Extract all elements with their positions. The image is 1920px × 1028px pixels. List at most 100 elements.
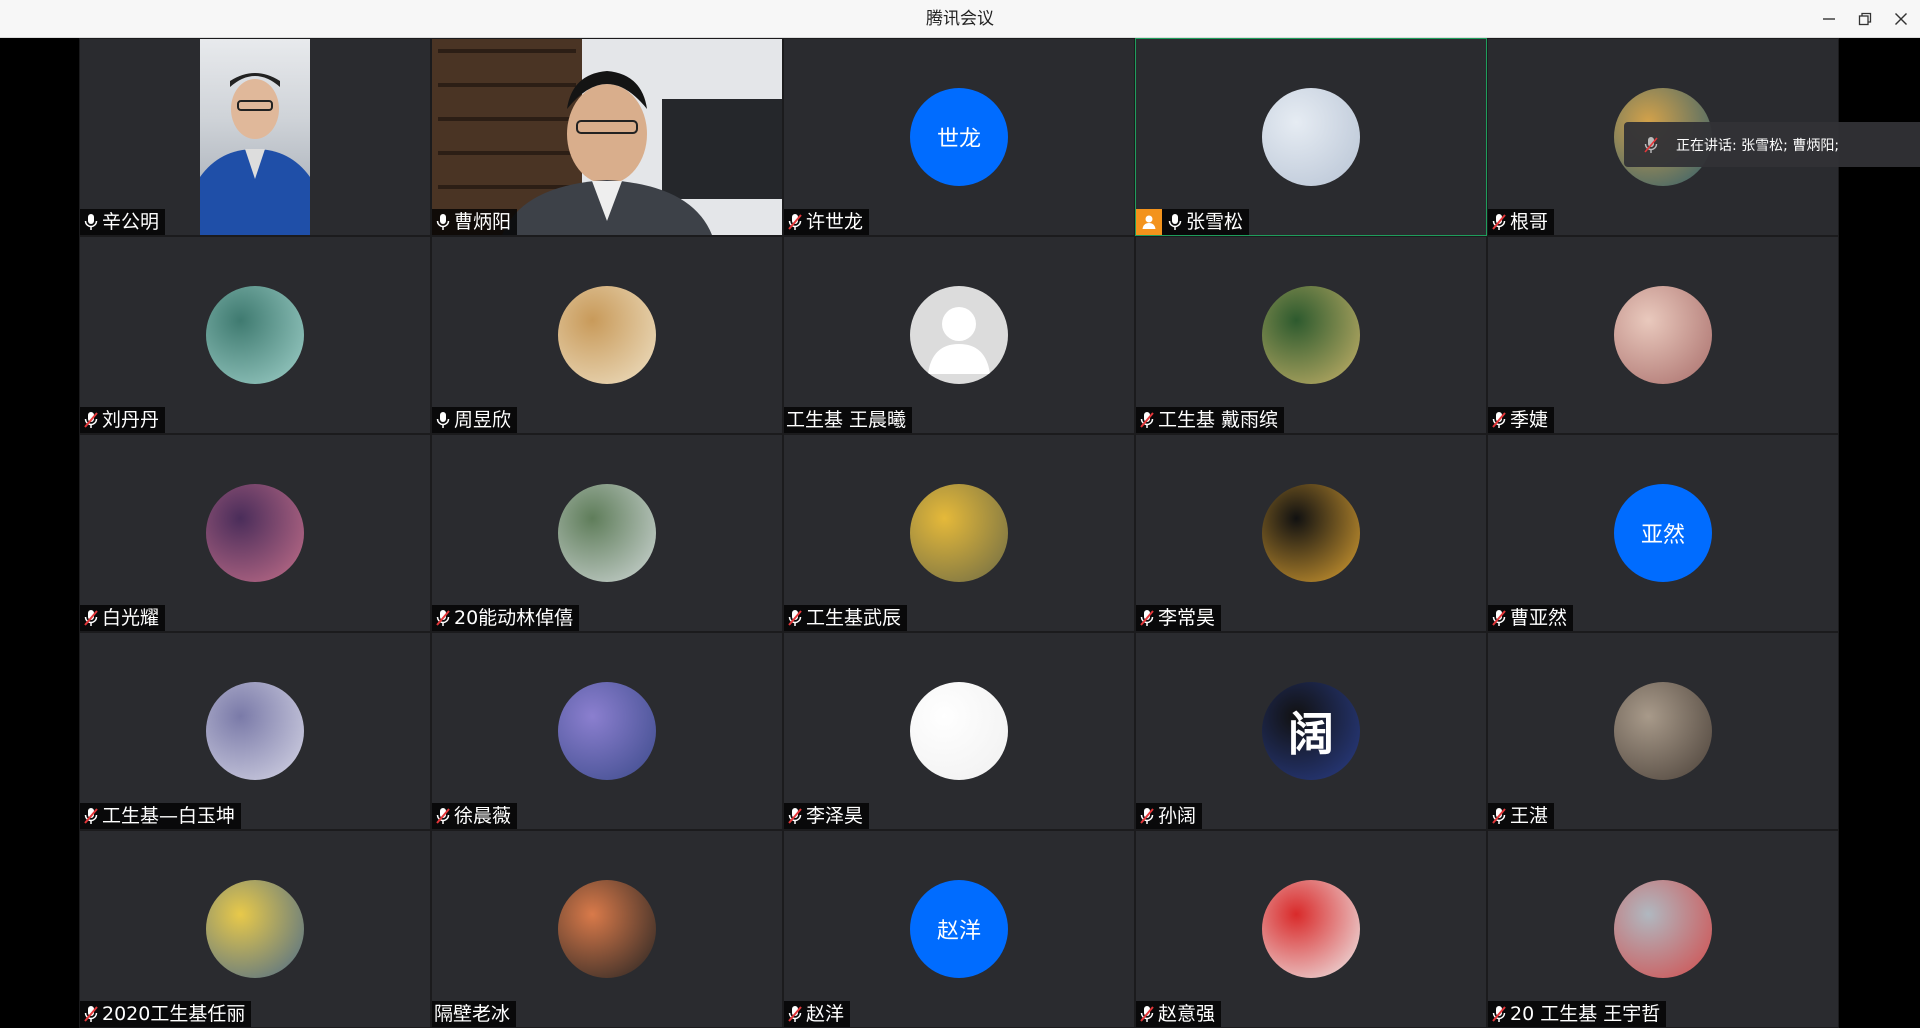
participant-name: 工生基—白玉坤 [102,805,236,827]
default-avatar [910,286,1008,384]
minimize-icon [1823,18,1835,20]
participant-name: 根哥 [1510,211,1549,233]
muted-mic-icon [84,1006,98,1022]
participant-name: 周昱欣 [454,409,512,431]
participant-name-label: 李常昊 [1136,605,1222,631]
participant-name: 许世龙 [806,211,864,233]
participant-tile[interactable]: 亚然 曹亚然 [1487,434,1839,632]
avatar: 亚然 [1614,484,1712,582]
avatar [1262,88,1360,186]
participant-tile[interactable]: 周昱欣 [431,236,783,434]
participant-name-label: 根哥 [1488,209,1555,235]
host-badge [1136,209,1162,235]
avatar [1262,880,1360,978]
participant-name-label: 工生基—白玉坤 [80,803,242,829]
avatar [1262,286,1360,384]
participant-tile[interactable]: 工生基 戴雨缤 [1135,236,1487,434]
muted-mic-icon [1492,1006,1506,1022]
muted-mic-icon [436,808,450,824]
avatar [558,286,656,384]
minimize-button[interactable] [1810,0,1848,38]
avatar [1614,682,1712,780]
restore-button[interactable] [1846,0,1884,38]
muted-mic-icon [1492,808,1506,824]
participant-name-label: 王湛 [1488,803,1555,829]
avatar [558,880,656,978]
muted-mic-icon [1492,610,1506,626]
participant-tile[interactable]: 20能动林倬僖 [431,434,783,632]
person-icon [928,307,990,374]
participant-name: 孙阔 [1158,805,1197,827]
participant-name: 辛公明 [102,211,160,233]
muted-mic-icon [436,610,450,626]
avatar [206,682,304,780]
avatar: 阔 [1262,682,1360,780]
muted-mic-icon [1140,808,1154,824]
participant-tile[interactable]: 季婕 [1487,236,1839,434]
avatar [558,484,656,582]
speaking-indicator: 正在讲话: 张雪松; 曹炳阳; [1624,122,1920,167]
close-button[interactable] [1882,0,1920,38]
participant-tile[interactable]: 李常昊 [1135,434,1487,632]
participant-tile[interactable]: 李泽昊 [783,632,1135,830]
participant-name-label: 赵意强 [1136,1001,1222,1027]
participant-tile[interactable]: 赵洋 赵洋 [783,830,1135,1028]
participant-tile[interactable]: 世龙 许世龙 [783,38,1135,236]
participant-tile[interactable]: 王湛 [1487,632,1839,830]
muted-mic-icon [788,610,802,626]
participant-tile[interactable]: 曹炳阳 [431,38,783,236]
participant-tile[interactable]: 白光耀 [79,434,431,632]
participant-name-label: 季婕 [1488,407,1555,433]
mic-icon [436,214,450,230]
participant-tile[interactable]: 赵意强 [1135,830,1487,1028]
restore-icon [1858,12,1872,26]
muted-mic-icon [788,808,802,824]
avatar: 赵洋 [910,880,1008,978]
muted-mic-icon [1140,1006,1154,1022]
participant-name-label: 20 工生基 王宇哲 [1488,1001,1667,1027]
participant-tile[interactable]: 张雪松 [1135,38,1487,236]
participant-tile[interactable]: 工生基武辰 [783,434,1135,632]
participant-tile[interactable]: 工生基 王晨曦 [783,236,1135,434]
avatar [910,484,1008,582]
participant-name: 20能动林倬僖 [454,607,574,629]
participant-tile[interactable]: 2020工生基任丽 [79,830,431,1028]
participant-name: 曹亚然 [1510,607,1568,629]
participant-tile[interactable]: 20 工生基 王宇哲 [1487,830,1839,1028]
participant-name: 季婕 [1510,409,1549,431]
participant-name-label: 辛公明 [80,209,166,235]
participant-tile[interactable]: 隔壁老冰 [431,830,783,1028]
participant-name: 工生基 戴雨缤 [1158,409,1279,431]
participant-tile[interactable]: 刘丹丹 [79,236,431,434]
participant-name: 李泽昊 [806,805,864,827]
participant-video [432,39,782,235]
avatar [1614,880,1712,978]
participant-video [200,39,310,235]
muted-mic-icon [1492,214,1506,230]
participant-name: 2020工生基任丽 [102,1003,246,1025]
participant-name-label: 2020工生基任丽 [80,1001,252,1027]
participant-name-label: 隔壁老冰 [432,1001,517,1027]
participant-name: 张雪松 [1186,211,1244,233]
participant-name-label: 徐晨薇 [432,803,518,829]
participant-name: 白光耀 [102,607,160,629]
muted-mic-icon [1492,412,1506,428]
participant-tile[interactable]: 徐晨薇 [431,632,783,830]
avatar-initials: 亚然 [1640,523,1685,548]
muted-mic-icon [84,610,98,626]
video-grid: 辛公明 曹炳阳 世龙 许世龙 张雪松 根哥 刘丹丹 周昱欣 工生基 王晨曦 工生… [79,38,1839,1028]
participant-tile[interactable]: 工生基—白玉坤 [79,632,431,830]
participant-name-label: 工生基 王晨曦 [784,407,913,433]
participant-name-label: 刘丹丹 [80,407,166,433]
participant-name-label: 孙阔 [1136,803,1203,829]
avatar [1614,286,1712,384]
participant-name-label: 张雪松 [1136,209,1250,235]
participant-tile[interactable]: 辛公明 [79,38,431,236]
participant-name: 工生基 王晨曦 [786,409,907,431]
participant-name: 赵意强 [1158,1003,1216,1025]
participant-tile[interactable]: 阔 孙阔 [1135,632,1487,830]
mic-icon [1168,214,1182,230]
participant-name-label: 白光耀 [80,605,166,631]
participant-name: 工生基武辰 [806,607,902,629]
mic-icon [436,412,450,428]
